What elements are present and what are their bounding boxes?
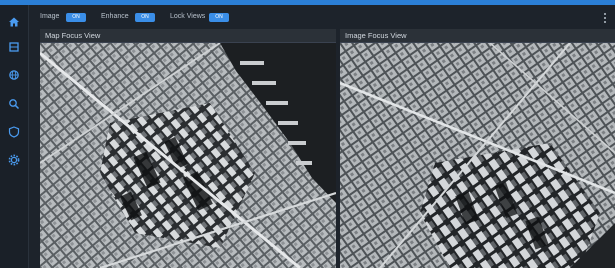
lock-views-toggle[interactable]: ON (209, 13, 229, 22)
top-accent-bar (0, 0, 615, 5)
enhance-label: Enhance (101, 13, 129, 20)
image-label: Image (40, 13, 60, 20)
map-focus-title: Map Focus View (40, 29, 336, 43)
image-focus-title: Image Focus View (340, 29, 615, 43)
home-icon[interactable] (5, 13, 23, 31)
map-focus-view[interactable] (40, 43, 336, 268)
gear-icon[interactable] (5, 151, 23, 169)
lock-views-label: Lock Views (170, 13, 206, 20)
image-focus-panel: Image Focus View (340, 29, 615, 268)
enhance-toggle[interactable]: ON (135, 13, 155, 22)
sidebar (0, 5, 29, 268)
search-icon[interactable] (5, 95, 23, 113)
image-focus-view[interactable] (340, 43, 615, 268)
shield-icon[interactable] (5, 123, 23, 141)
layers-icon[interactable] (5, 38, 23, 56)
globe-icon[interactable] (5, 66, 23, 84)
view-toolbar: Image ON Enhance ON Lock Views ON (29, 8, 615, 28)
image-toggle[interactable]: ON (66, 13, 86, 22)
map-focus-panel: Map Focus View (40, 29, 336, 268)
more-menu-icon[interactable] (600, 11, 610, 25)
